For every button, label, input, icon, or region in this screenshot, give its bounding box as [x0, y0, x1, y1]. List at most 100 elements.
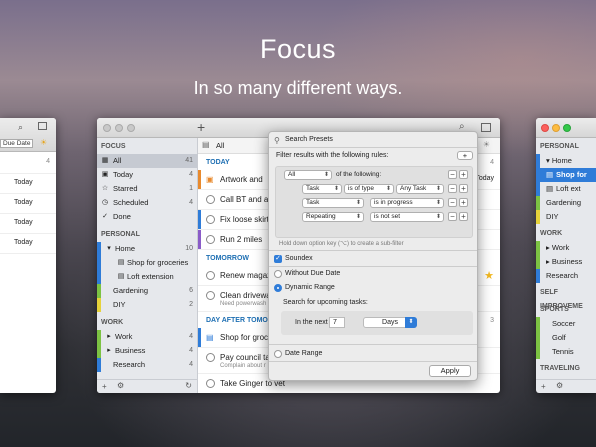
sidebar-item-done[interactable]: ✓ Done [97, 210, 197, 224]
minimize-button[interactable] [552, 124, 560, 132]
add-list-icon[interactable]: + [102, 382, 107, 391]
apply-button[interactable]: Apply [429, 365, 471, 377]
task-checkbox[interactable] [206, 215, 215, 224]
next-value-input[interactable]: 7 [329, 317, 345, 328]
without-due-date-radio[interactable] [274, 270, 282, 278]
sidebar-item-home[interactable]: ▾ Home 10 [97, 242, 197, 256]
soundex-checkbox[interactable]: ✓ [274, 255, 282, 263]
table-row[interactable]: Today [0, 234, 56, 254]
rule-field-select[interactable]: Task [302, 198, 364, 208]
table-row[interactable]: Today [0, 174, 56, 194]
sidebar-section-focus: FOCUS [101, 143, 126, 150]
due-date-column-header[interactable]: Due Date [0, 139, 34, 148]
sidebar-item-business[interactable]: ▸ Business 4 [97, 344, 197, 358]
sidebar-item-research[interactable]: Research 4 [97, 358, 197, 372]
disclosure-triangle-icon[interactable]: ▾ [105, 245, 113, 253]
sidebar-item-today[interactable]: ▣ Today 4 [97, 168, 197, 182]
left-window-titlebar: ⌕ Due Date ☀ [0, 118, 56, 152]
sidebar-item-golf[interactable]: Golf [536, 331, 596, 345]
subfilter-hint: Hold down option key (⌥) to create a sub… [279, 241, 404, 247]
sidebar-footer: + ⚙ ↻ [97, 379, 197, 393]
task-checkbox[interactable] [206, 353, 215, 362]
upcoming-box: In the next 7 Days ⬍ [281, 311, 473, 335]
add-rule-button[interactable]: + [457, 151, 473, 160]
date-range-label: Date Range [285, 350, 323, 357]
sidebar-item-shop-for-groceries[interactable]: ▤ Shop for groceries [97, 256, 197, 270]
rule-operator-select[interactable]: is in progress [370, 198, 444, 208]
sidebar-item-soccer[interactable]: Soccer [536, 317, 596, 331]
rule-operator-select[interactable]: is of type [344, 184, 394, 194]
task-checkbox[interactable] [206, 195, 215, 204]
clock-icon: ◷ [101, 199, 109, 206]
sidebar-item-loft-ext[interactable]: ▤ Loft ext [536, 182, 596, 196]
sidebar-item-work[interactable]: ▸ Work 4 [97, 330, 197, 344]
task-checkbox[interactable] [206, 235, 215, 244]
without-due-date-label: Without Due Date [285, 270, 341, 277]
disclosure-triangle-icon[interactable]: ▸ [105, 333, 113, 341]
add-rule-button[interactable]: + [459, 184, 468, 193]
sidebar-item-gardening[interactable]: Gardening [536, 196, 596, 210]
hero-title: Focus [259, 34, 337, 64]
remove-rule-button[interactable]: − [448, 170, 457, 179]
presets-icon: ⚲ [274, 136, 280, 145]
remove-rule-button[interactable]: − [448, 198, 457, 207]
star-icon[interactable]: ★ [484, 269, 494, 282]
sidebar-toggle-icon[interactable] [38, 122, 47, 130]
filter-label[interactable]: All [216, 141, 224, 150]
match-suffix: of the following: [336, 171, 382, 178]
match-select[interactable]: All [284, 170, 332, 180]
sidebar-footer: + ⚙ [536, 379, 596, 393]
sidebar-item-research[interactable]: Research [536, 269, 596, 283]
sun-icon[interactable]: ☀ [483, 140, 490, 149]
table-row[interactable]: Today [0, 214, 56, 234]
close-button[interactable] [541, 124, 549, 132]
table-row[interactable]: 4 [0, 152, 56, 174]
add-rule-button[interactable]: + [459, 198, 468, 207]
sidebar-item-home[interactable]: ▾ Home [536, 154, 596, 168]
rule-field-select[interactable]: Repeating [302, 212, 364, 222]
table-row[interactable]: Today [0, 194, 56, 214]
sidebar-item-gardening[interactable]: Gardening 6 [97, 284, 197, 298]
sidebar-item-tennis[interactable]: Tennis [536, 345, 596, 359]
sidebar-item-business[interactable]: ▸ Business [536, 255, 596, 269]
dynamic-range-radio[interactable] [274, 284, 282, 292]
sidebar-item-scheduled[interactable]: ◷ Scheduled 4 [97, 196, 197, 210]
search-icon[interactable]: ⌕ [18, 122, 23, 133]
sidebar-item-loft-extension[interactable]: ▤ Loft extension [97, 270, 197, 284]
add-task-button[interactable]: + [197, 119, 205, 135]
remove-rule-button[interactable]: − [448, 212, 457, 221]
close-button[interactable] [103, 124, 111, 132]
task-checkbox[interactable] [206, 291, 215, 300]
sidebar-item-starred[interactable]: ☆ Starred 1 [97, 182, 197, 196]
gear-icon[interactable]: ⚙ [556, 381, 563, 390]
checkmark-icon: ✓ [102, 213, 108, 220]
task-checkbox[interactable] [206, 379, 215, 388]
stepper-icon[interactable]: ⬍ [405, 317, 417, 328]
sidebar-item-diy[interactable]: DIY [536, 210, 596, 224]
sidebar-section-personal: PERSONAL [540, 143, 579, 150]
add-list-icon[interactable]: + [541, 382, 546, 391]
remove-rule-button[interactable]: − [448, 184, 457, 193]
hero-subtitle: In so many different ways. [193, 78, 403, 98]
rules-box: All of the following: − + Task is of typ… [275, 166, 473, 238]
disclosure-triangle-icon[interactable]: ▸ [105, 347, 113, 355]
sidebar-toggle-icon[interactable] [481, 123, 491, 132]
zoom-button[interactable] [127, 124, 135, 132]
rule-field-select[interactable]: Task [302, 184, 342, 194]
sidebar-item-shop-for[interactable]: ▤ Shop for [536, 168, 596, 182]
add-rule-button[interactable]: + [459, 212, 468, 221]
sun-icon[interactable]: ☀ [40, 138, 47, 147]
zoom-button[interactable] [563, 124, 571, 132]
gear-icon[interactable]: ⚙ [117, 381, 124, 390]
sync-icon[interactable]: ↻ [185, 381, 192, 390]
add-rule-button[interactable]: + [459, 170, 468, 179]
rule-value-select[interactable]: Any Task [396, 184, 444, 194]
rule-operator-select[interactable]: is not set [370, 212, 444, 222]
task-checkbox[interactable] [206, 271, 215, 280]
sidebar-section-sports: SPORTS [540, 306, 569, 313]
sidebar-item-all[interactable]: ▦ All 41 [97, 154, 197, 168]
minimize-button[interactable] [115, 124, 123, 132]
date-range-radio[interactable] [274, 350, 282, 358]
sidebar-item-work[interactable]: ▸ Work [536, 241, 596, 255]
sidebar-item-diy[interactable]: DIY 2 [97, 298, 197, 312]
